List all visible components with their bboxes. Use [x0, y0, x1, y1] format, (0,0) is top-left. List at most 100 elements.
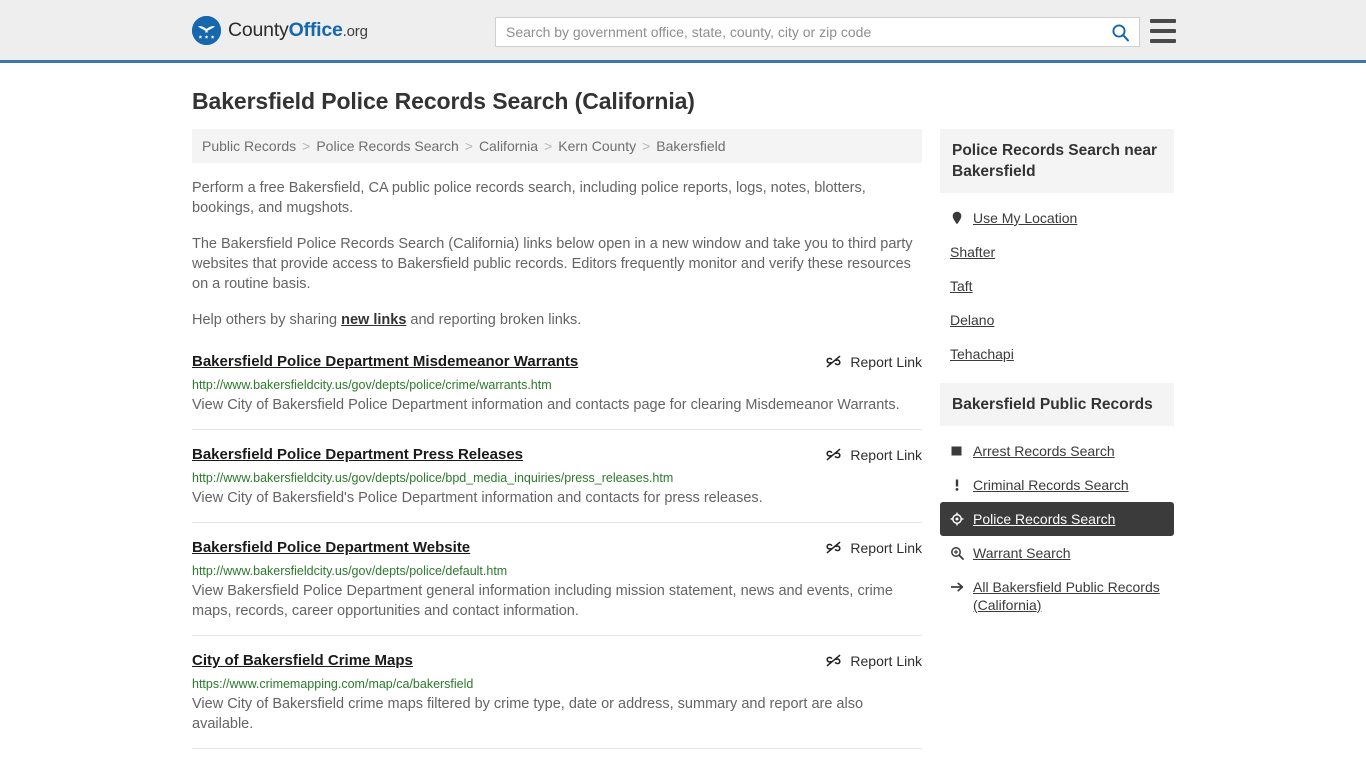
page-container: Bakersfield Police Records Search (Calif… — [0, 88, 1366, 764]
sidebar-link-label[interactable]: Arrest Records Search — [973, 442, 1115, 460]
breadcrumb-separator: > — [642, 138, 651, 154]
breadcrumb-item-police-records-search[interactable]: Police Records Search — [316, 138, 458, 154]
sidebar-item-all-bakersfield-public-records-california[interactable]: All Bakersfield Public Records (Californ… — [940, 570, 1174, 622]
sidebar-item-criminal-records-search[interactable]: Criminal Records Search — [940, 468, 1174, 502]
breadcrumb-item-public-records[interactable]: Public Records — [202, 138, 296, 154]
sidebar: Police Records Search near Bakersfield U… — [940, 129, 1174, 634]
breadcrumb: Public Records > Police Records Search > Cal… — [192, 129, 922, 163]
site-header: CountyOffice.org — [0, 0, 1366, 63]
brand-part2: Office — [288, 18, 343, 41]
sidebar-item-arrest-records-search[interactable]: Arrest Records Search — [940, 434, 1174, 468]
nearby-panel-heading: Police Records Search near Bakersfield — [940, 129, 1174, 193]
sidebar-item-warrant-search[interactable]: Warrant Search — [940, 536, 1174, 570]
result-item: City of Bakersfield Crime Maps Report Lin… — [192, 651, 922, 749]
search-button[interactable] — [1101, 18, 1139, 46]
result-title-link[interactable]: Bakersfield Police Department Press Rele… — [192, 445, 523, 465]
breadcrumb-item-california[interactable]: California — [479, 138, 538, 154]
result-header: Bakersfield Police Department Misdemeano… — [192, 352, 922, 372]
new-links-link[interactable]: new links — [341, 312, 406, 328]
breadcrumb-separator: > — [302, 138, 311, 154]
main-column: Public Records > Police Records Search > Cal… — [192, 129, 922, 764]
result-header: City of Bakersfield Crime Maps Report Lin… — [192, 651, 922, 671]
result-header: Bakersfield Police Department Website Rep… — [192, 538, 922, 558]
breadcrumb-separator: > — [544, 138, 553, 154]
brand-tld: .org — [342, 22, 368, 40]
broken-link-icon — [825, 652, 842, 669]
broken-link-icon — [825, 446, 842, 463]
results-list: Bakersfield Police Department Misdemeano… — [192, 352, 922, 749]
sidebar-link-label[interactable]: Shafter — [950, 243, 995, 261]
hamburger-menu-icon[interactable] — [1150, 19, 1176, 43]
menu-bar-3 — [1150, 39, 1176, 43]
result-title-link[interactable]: Bakersfield Police Department Misdemeano… — [192, 352, 578, 372]
sidebar-link-label[interactable]: Criminal Records Search — [973, 476, 1129, 494]
sidebar-item-taft[interactable]: Taft — [940, 269, 1174, 303]
broken-link-icon — [825, 539, 842, 556]
sidebar-link-label[interactable]: All Bakersfield Public Records (Californ… — [973, 578, 1164, 614]
content-columns: Public Records > Police Records Search > Cal… — [192, 129, 1174, 764]
sidebar-link-label[interactable]: Delano — [950, 311, 994, 329]
result-description: View City of Bakersfield Police Departme… — [192, 397, 900, 413]
report-link-button[interactable]: Report Link — [825, 445, 922, 463]
result-url: http://www.bakersfieldcity.us/gov/depts/… — [192, 378, 552, 392]
sidebar-link-label[interactable]: Warrant Search — [973, 544, 1071, 562]
intro-paragraph-2: The Bakersfield Police Records Search (C… — [192, 236, 913, 292]
page-title: Bakersfield Police Records Search (Calif… — [192, 88, 695, 114]
brand-part1: County — [228, 18, 289, 41]
arrow-right-icon — [950, 579, 964, 595]
report-link-label: Report Link — [850, 353, 922, 370]
result-item: Bakersfield Police Department Misdemeano… — [192, 352, 922, 430]
report-link-button[interactable]: Report Link — [825, 651, 922, 669]
report-link-button[interactable]: Report Link — [825, 538, 922, 556]
sidebar-item-shafter[interactable]: Shafter — [940, 235, 1174, 269]
report-link-label: Report Link — [850, 652, 922, 669]
map-pin-icon — [950, 210, 964, 226]
breadcrumb-item-kern-county[interactable]: Kern County — [558, 138, 636, 154]
search-bar — [495, 17, 1140, 47]
broken-link-icon — [825, 353, 842, 370]
nearby-panel: Police Records Search near Bakersfield U… — [940, 129, 1174, 371]
sidebar-link-label[interactable]: Police Records Search — [973, 510, 1115, 528]
sidebar-link-label[interactable]: Tehachapi — [950, 345, 1014, 363]
result-item: Bakersfield Police Department Press Rele… — [192, 445, 922, 523]
result-item: Bakersfield Police Department Website Rep… — [192, 538, 922, 636]
breadcrumb-separator: > — [464, 138, 473, 154]
help-line-after: and reporting broken links. — [406, 312, 582, 328]
result-description: View Bakersfield Police Department gener… — [192, 583, 893, 619]
sidebar-link-label[interactable]: Taft — [950, 277, 973, 295]
help-line-before: Help others by sharing — [192, 312, 342, 328]
result-title-link[interactable]: Bakersfield Police Department Website — [192, 538, 470, 558]
search-input[interactable] — [496, 18, 1101, 46]
report-link-label: Report Link — [850, 539, 922, 556]
sidebar-link-label[interactable]: Use My Location — [973, 209, 1077, 227]
site-logo-link[interactable]: CountyOffice.org — [192, 15, 368, 45]
sidebar-item-delano[interactable]: Delano — [940, 303, 1174, 337]
square-icon — [950, 443, 964, 459]
result-description: View City of Bakersfield crime maps filt… — [192, 696, 864, 732]
result-description: View City of Bakersfield's Police Depart… — [192, 490, 763, 506]
result-url: https://www.crimemapping.com/map/ca/bake… — [192, 677, 474, 691]
public-records-panel: Bakersfield Public Records Arrest Record… — [940, 383, 1174, 622]
brand-wordmark: CountyOffice.org — [228, 19, 368, 42]
nearby-list: Use My Location Shafter Taft Delano Tehachap… — [940, 193, 1174, 371]
public-records-panel-heading: Bakersfield Public Records — [940, 383, 1174, 426]
crosshair-icon — [950, 511, 964, 527]
result-title-link[interactable]: City of Bakersfield Crime Maps — [192, 651, 413, 671]
countyoffice-eagle-logo-icon — [192, 15, 221, 45]
menu-bar-2 — [1150, 29, 1176, 33]
sidebar-item-use-my-location[interactable]: Use My Location — [940, 201, 1174, 235]
menu-bar-1 — [1150, 19, 1176, 23]
result-url: http://www.bakersfieldcity.us/gov/depts/… — [192, 471, 674, 485]
sidebar-item-tehachapi[interactable]: Tehachapi — [940, 337, 1174, 371]
help-line: Help others by sharing new links and rep… — [192, 310, 922, 330]
exclamation-icon — [950, 477, 964, 493]
result-header: Bakersfield Police Department Press Rele… — [192, 445, 922, 465]
magnifier-plus-icon — [950, 545, 964, 561]
report-link-label: Report Link — [850, 446, 922, 463]
intro-paragraph-1: Perform a free Bakersfield, CA public po… — [192, 180, 866, 216]
sidebar-item-police-records-search[interactable]: Police Records Search — [940, 502, 1174, 536]
result-url: http://www.bakersfieldcity.us/gov/depts/… — [192, 564, 508, 578]
breadcrumb-item-bakersfield: Bakersfield — [656, 138, 726, 154]
public-records-list: Arrest Records Search Criminal Records Se… — [940, 426, 1174, 622]
report-link-button[interactable]: Report Link — [825, 352, 922, 370]
